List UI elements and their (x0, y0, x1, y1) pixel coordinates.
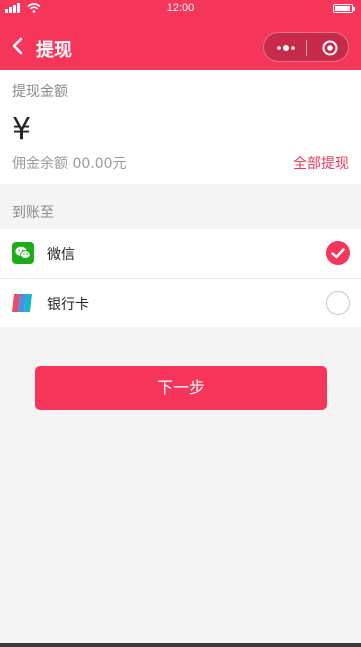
wechat-icon (12, 242, 34, 264)
method-wechat[interactable]: 微信 (0, 229, 361, 278)
status-time: 12:00 (166, 2, 195, 14)
method-bank-card[interactable]: 银行卡 (0, 278, 361, 327)
bank-card-icon (12, 294, 32, 312)
method-label: 银行卡 (47, 297, 89, 313)
more-icon[interactable] (274, 38, 298, 58)
back-arrow-icon[interactable] (8, 34, 28, 58)
battery-icon (333, 4, 355, 13)
radio-checked[interactable] (326, 241, 350, 265)
bottom-edge (0, 643, 361, 647)
capsule-divider (306, 40, 307, 56)
header-bar: 12:00 提现 (0, 0, 361, 70)
mini-program-capsule (263, 32, 349, 62)
status-bar: 12:00 (0, 0, 361, 18)
withdraw-amount-section: 提现金额 ¥ 佣金余额 00.00元 全部提现 (0, 70, 361, 184)
close-target-icon[interactable] (320, 38, 340, 58)
withdraw-all-link[interactable]: 全部提现 (293, 153, 349, 173)
page-title: 提现 (36, 40, 72, 61)
commission-balance: 佣金余额 00.00元 (12, 156, 127, 172)
radio-unchecked[interactable] (326, 291, 350, 315)
payout-method-list: 微信 银行卡 (0, 229, 361, 327)
withdraw-amount-label: 提现金额 (12, 84, 68, 100)
arrive-to-label: 到账至 (12, 205, 54, 221)
method-label: 微信 (47, 247, 75, 263)
currency-symbol[interactable]: ¥ (12, 112, 31, 147)
checkmark-icon (331, 248, 345, 259)
next-step-button[interactable]: 下一步 (35, 366, 327, 410)
